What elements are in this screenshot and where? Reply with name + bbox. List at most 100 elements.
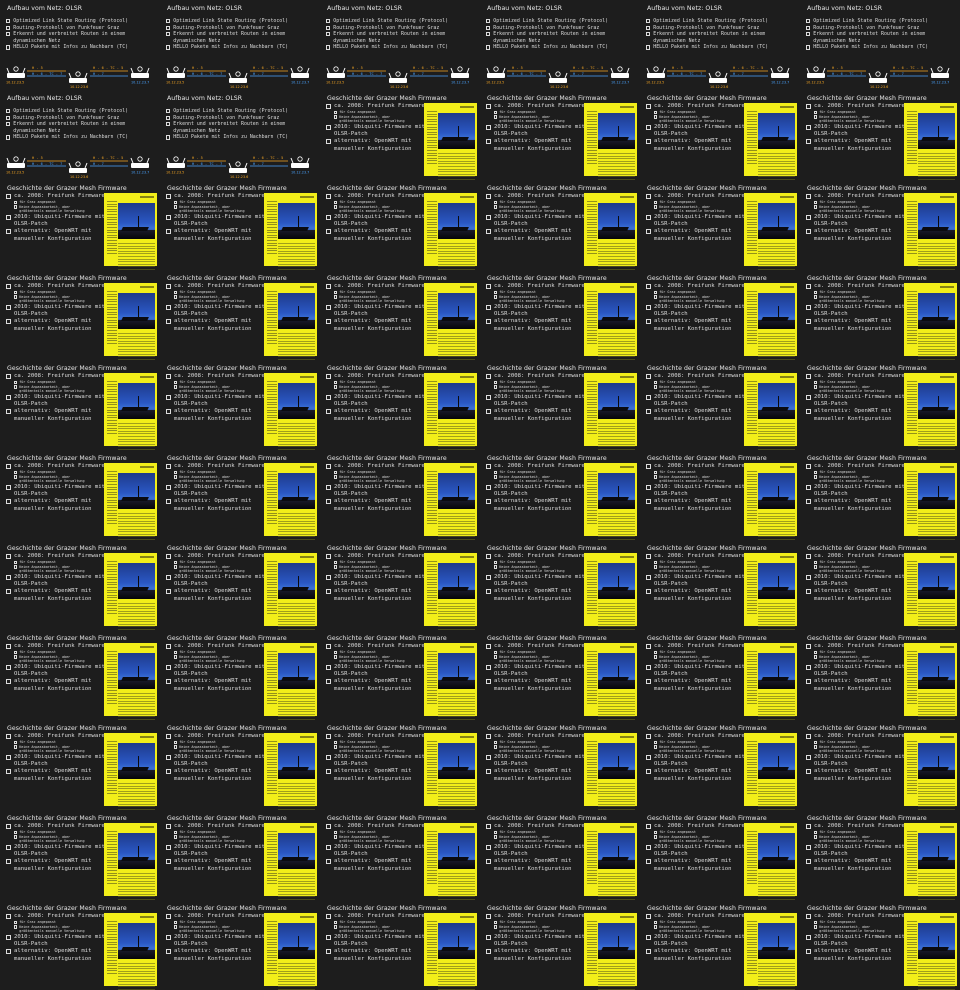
checkbox-icon [6,664,11,670]
bullet-text: alternativ: OpenWRT mit manueller Konfig… [654,768,732,782]
slide-thumbnail-firmware[interactable]: Geschichte der Grazer Mesh Firmware ca. … [160,720,320,810]
slide-thumbnail-olsr[interactable]: Aufbau vom Netz: OLSR Optimized Link Sta… [160,90,320,180]
slide-thumbnail-firmware[interactable]: Geschichte der Grazer Mesh Firmware ca. … [0,180,160,270]
slide-thumbnail-firmware[interactable]: Geschichte der Grazer Mesh Firmware ca. … [640,900,800,990]
poster-text-column [747,111,757,165]
slide-title: Geschichte der Grazer Mesh Firmware [327,905,447,912]
slide-thumbnail-firmware[interactable]: Geschichte der Grazer Mesh Firmware ca. … [480,540,640,630]
slide-thumbnail-firmware[interactable]: Geschichte der Grazer Mesh Firmware ca. … [160,630,320,720]
checkbox-icon [6,214,11,220]
slide-thumbnail-olsr[interactable]: Aufbau vom Netz: OLSR Optimized Link Sta… [0,90,160,180]
slide-thumbnail-firmware[interactable]: Geschichte der Grazer Mesh Firmware ca. … [480,900,640,990]
slide-thumbnail-firmware[interactable]: Geschichte der Grazer Mesh Firmware ca. … [640,450,800,540]
slide-thumbnail-firmware[interactable]: Geschichte der Grazer Mesh Firmware ca. … [320,720,480,810]
slide-thumbnail-firmware[interactable]: Geschichte der Grazer Mesh Firmware ca. … [160,180,320,270]
checkbox-icon [334,740,338,744]
checkbox-icon [334,110,338,114]
slide-thumbnail-firmware[interactable]: Geschichte der Grazer Mesh Firmware ca. … [480,630,640,720]
slide-title: Geschichte der Grazer Mesh Firmware [327,365,447,372]
slide-thumbnail-firmware[interactable]: Geschichte der Grazer Mesh Firmware ca. … [0,810,160,900]
bullet-item: alternativ: OpenWRT mit manueller Konfig… [646,408,750,422]
firmware-poster-image [904,193,957,270]
slide-thumbnail-firmware[interactable]: Geschichte der Grazer Mesh Firmware ca. … [160,540,320,630]
slide-title: Geschichte der Grazer Mesh Firmware [807,455,927,462]
slide-title: Geschichte der Grazer Mesh Firmware [327,455,447,462]
bullet-item: 2010: Ubiquiti-Firmware mit OLSR-Patch [806,754,910,768]
slide-thumbnail-firmware[interactable]: Geschichte der Grazer Mesh Firmware ca. … [160,810,320,900]
slide-thumbnail-firmware[interactable]: Geschichte der Grazer Mesh Firmware ca. … [480,90,640,180]
slide-thumbnail-firmware[interactable]: Geschichte der Grazer Mesh Firmware ca. … [320,90,480,180]
slide-thumbnail-olsr[interactable]: Aufbau vom Netz: OLSR Optimized Link Sta… [320,0,480,90]
slide-thumbnail-firmware[interactable]: Geschichte der Grazer Mesh Firmware ca. … [640,540,800,630]
slide-thumbnail-firmware[interactable]: Geschichte der Grazer Mesh Firmware ca. … [480,450,640,540]
slide-thumbnail-firmware[interactable]: Geschichte der Grazer Mesh Firmware ca. … [640,720,800,810]
slide-thumbnail-firmware[interactable]: Geschichte der Grazer Mesh Firmware ca. … [0,540,160,630]
poster-header [620,826,634,828]
slide-thumbnail-firmware[interactable]: Geschichte der Grazer Mesh Firmware ca. … [0,900,160,990]
slide-thumbnail-firmware[interactable]: Geschichte der Grazer Mesh Firmware ca. … [640,630,800,720]
slide-thumbnail-firmware[interactable]: Geschichte der Grazer Mesh Firmware ca. … [800,360,960,450]
slide-thumbnail-firmware[interactable]: Geschichte der Grazer Mesh Firmware ca. … [480,810,640,900]
poster-rooftop-photo [278,293,315,329]
slide-thumbnail-olsr[interactable]: Aufbau vom Netz: OLSR Optimized Link Sta… [160,0,320,90]
slide-thumbnail-firmware[interactable]: Geschichte der Grazer Mesh Firmware ca. … [800,450,960,540]
slide-thumbnail-firmware[interactable]: Geschichte der Grazer Mesh Firmware ca. … [0,720,160,810]
slide-thumbnail-firmware[interactable]: Geschichte der Grazer Mesh Firmware ca. … [0,450,160,540]
slide-thumbnail-firmware[interactable]: Geschichte der Grazer Mesh Firmware ca. … [800,540,960,630]
poster-text-column [107,561,117,615]
slide-thumbnail-firmware[interactable]: Geschichte der Grazer Mesh Firmware ca. … [640,360,800,450]
slide-thumbnail-firmware[interactable]: Geschichte der Grazer Mesh Firmware ca. … [800,630,960,720]
bullet-item: ca. 2008: Freifunk Firmware [646,103,750,110]
slide-thumbnail-firmware[interactable]: Geschichte der Grazer Mesh Firmware ca. … [320,810,480,900]
slide-thumbnail-olsr[interactable]: Aufbau vom Netz: OLSR Optimized Link Sta… [800,0,960,90]
link-label: H - 6 - TC - 7 [192,162,222,166]
slide-thumbnail-firmware[interactable]: Geschichte der Grazer Mesh Firmware ca. … [320,450,480,540]
checkbox-icon [174,560,178,564]
slide-thumbnail-firmware[interactable]: Geschichte der Grazer Mesh Firmware ca. … [480,270,640,360]
slide-thumbnail-firmware[interactable]: Geschichte der Grazer Mesh Firmware ca. … [800,720,960,810]
slide-thumbnail-olsr[interactable]: Aufbau vom Netz: OLSR Optimized Link Sta… [480,0,640,90]
slide-thumbnail-firmware[interactable]: Geschichte der Grazer Mesh Firmware ca. … [0,630,160,720]
bullet-item: ca. 2008: Freifunk Firmware [646,193,750,200]
router-icon [486,66,506,78]
slide-thumbnail-firmware[interactable]: Geschichte der Grazer Mesh Firmware ca. … [320,270,480,360]
slide-thumbnail-firmware[interactable]: Geschichte der Grazer Mesh Firmware ca. … [800,180,960,270]
slide-thumbnail-firmware[interactable]: Geschichte der Grazer Mesh Firmware ca. … [480,180,640,270]
slide-thumbnail-firmware[interactable]: Geschichte der Grazer Mesh Firmware ca. … [320,630,480,720]
slide-thumbnail-firmware[interactable]: Geschichte der Grazer Mesh Firmware ca. … [800,900,960,990]
slide-thumbnail-firmware[interactable]: Geschichte der Grazer Mesh Firmware ca. … [160,450,320,540]
bullet-list: ca. 2008: Freifunk Firmware für Graz ang… [326,103,430,153]
slide-thumbnail-firmware[interactable]: Geschichte der Grazer Mesh Firmware ca. … [640,180,800,270]
bullet-item: 2010: Ubiquiti-Firmware mit OLSR-Patch [646,304,750,318]
slide-thumbnail-firmware[interactable]: Geschichte der Grazer Mesh Firmware ca. … [320,540,480,630]
slide-thumbnail-firmware[interactable]: Geschichte der Grazer Mesh Firmware ca. … [320,180,480,270]
slide-thumbnail-firmware[interactable]: Geschichte der Grazer Mesh Firmware ca. … [800,270,960,360]
slide-thumbnail-firmware[interactable]: Geschichte der Grazer Mesh Firmware ca. … [0,360,160,450]
slide-thumbnail-firmware[interactable]: Geschichte der Grazer Mesh Firmware ca. … [320,900,480,990]
checkbox-icon [654,290,658,294]
slide-thumbnail-firmware[interactable]: Geschichte der Grazer Mesh Firmware ca. … [800,90,960,180]
slide-thumbnail-firmware[interactable]: Geschichte der Grazer Mesh Firmware ca. … [160,360,320,450]
slide-thumbnail-firmware[interactable]: Geschichte der Grazer Mesh Firmware ca. … [160,270,320,360]
bullet-item: 2010: Ubiquiti-Firmware mit OLSR-Patch [326,844,430,858]
poster-text-column [107,471,117,525]
slide-thumbnail-firmware[interactable]: Geschichte der Grazer Mesh Firmware ca. … [480,360,640,450]
slide-thumbnail-firmware[interactable]: Geschichte der Grazer Mesh Firmware ca. … [0,270,160,360]
poster-rooftop-photo [438,473,475,509]
slide-thumbnail-firmware[interactable]: Geschichte der Grazer Mesh Firmware ca. … [800,810,960,900]
slide-thumbnail-firmware[interactable]: Geschichte der Grazer Mesh Firmware ca. … [480,720,640,810]
slide-thumbnail-olsr[interactable]: Aufbau vom Netz: OLSR Optimized Link Sta… [0,0,160,90]
slide-thumbnail-firmware[interactable]: Geschichte der Grazer Mesh Firmware ca. … [320,360,480,450]
slide-thumbnail-firmware[interactable]: Geschichte der Grazer Mesh Firmware ca. … [640,270,800,360]
slide-thumbnail-firmware[interactable]: Geschichte der Grazer Mesh Firmware ca. … [640,810,800,900]
slide-thumbnail-olsr[interactable]: Aufbau vom Netz: OLSR Optimized Link Sta… [640,0,800,90]
bullet-text: alternativ: OpenWRT mit manueller Konfig… [814,768,892,782]
firmware-poster-image [584,823,637,900]
slide-thumbnail-firmware[interactable]: Geschichte der Grazer Mesh Firmware ca. … [640,90,800,180]
poster-header [460,106,474,108]
bullet-item: ca. 2008: Freifunk Firmware [806,823,910,830]
checkbox-icon [166,214,171,220]
bullet-list: ca. 2008: Freifunk Firmware für Graz ang… [326,913,430,963]
bullet-item: alternativ: OpenWRT mit manueller Konfig… [326,588,430,602]
slide-thumbnail-firmware[interactable]: Geschichte der Grazer Mesh Firmware ca. … [160,900,320,990]
